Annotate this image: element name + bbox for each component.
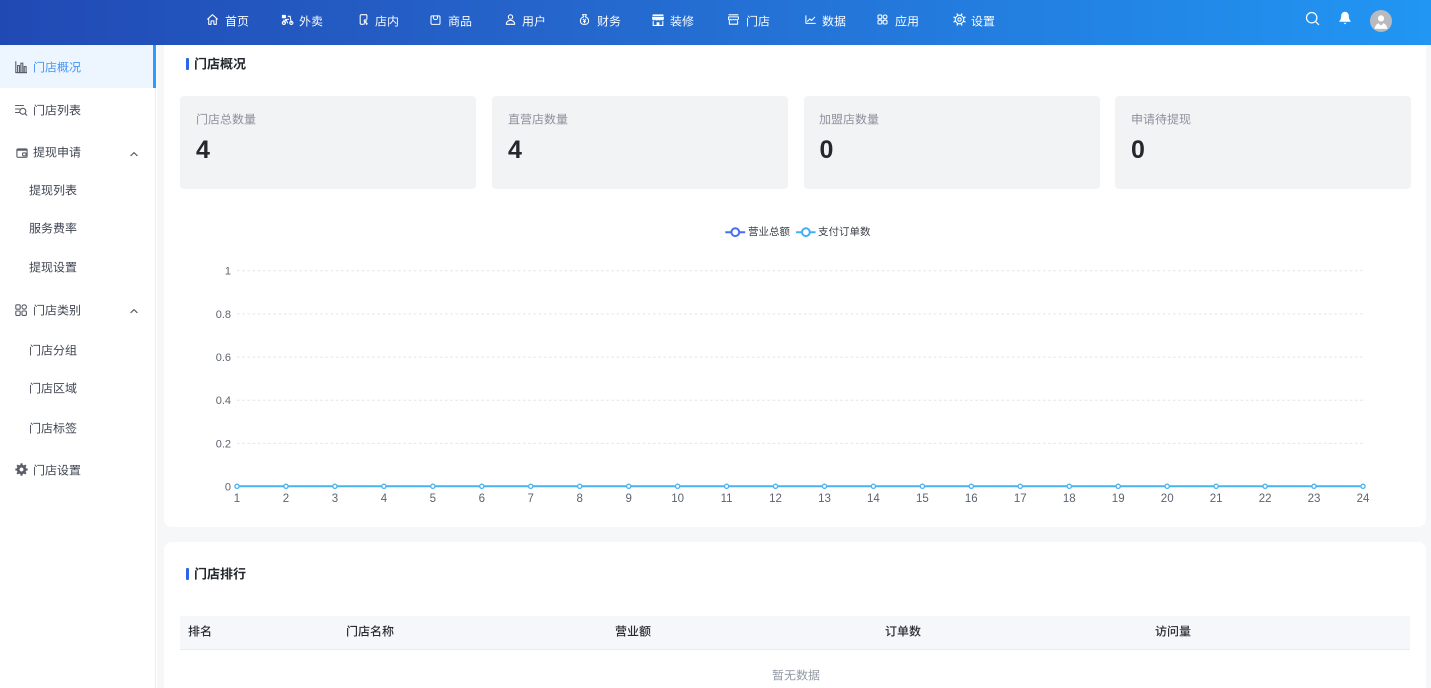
svg-text:11: 11 xyxy=(721,493,733,505)
svg-text:6: 6 xyxy=(479,493,485,505)
svg-text:7: 7 xyxy=(527,493,533,505)
svg-text:10: 10 xyxy=(671,493,684,505)
svg-text:4: 4 xyxy=(381,493,388,505)
svg-text:16: 16 xyxy=(965,493,978,505)
svg-text:22: 22 xyxy=(1259,493,1272,505)
svg-text:12: 12 xyxy=(769,493,782,505)
svg-text:1: 1 xyxy=(234,493,240,505)
svg-text:3: 3 xyxy=(332,493,338,505)
svg-text:2: 2 xyxy=(283,493,289,505)
svg-text:0: 0 xyxy=(225,481,231,493)
svg-text:23: 23 xyxy=(1308,493,1321,505)
svg-text:8: 8 xyxy=(576,493,582,505)
svg-text:15: 15 xyxy=(916,493,929,505)
svg-text:18: 18 xyxy=(1063,493,1076,505)
svg-text:0.4: 0.4 xyxy=(216,395,231,407)
svg-text:24: 24 xyxy=(1357,493,1370,505)
svg-text:9: 9 xyxy=(625,493,631,505)
svg-text:14: 14 xyxy=(867,493,880,505)
svg-text:0.6: 0.6 xyxy=(216,352,231,364)
svg-text:0.2: 0.2 xyxy=(216,438,231,450)
svg-text:0.8: 0.8 xyxy=(216,309,231,321)
svg-text:5: 5 xyxy=(430,493,436,505)
svg-text:19: 19 xyxy=(1112,493,1125,505)
svg-text:20: 20 xyxy=(1161,493,1174,505)
svg-text:21: 21 xyxy=(1210,493,1223,505)
svg-text:17: 17 xyxy=(1014,493,1027,505)
svg-text:13: 13 xyxy=(818,493,831,505)
svg-text:1: 1 xyxy=(225,266,231,278)
